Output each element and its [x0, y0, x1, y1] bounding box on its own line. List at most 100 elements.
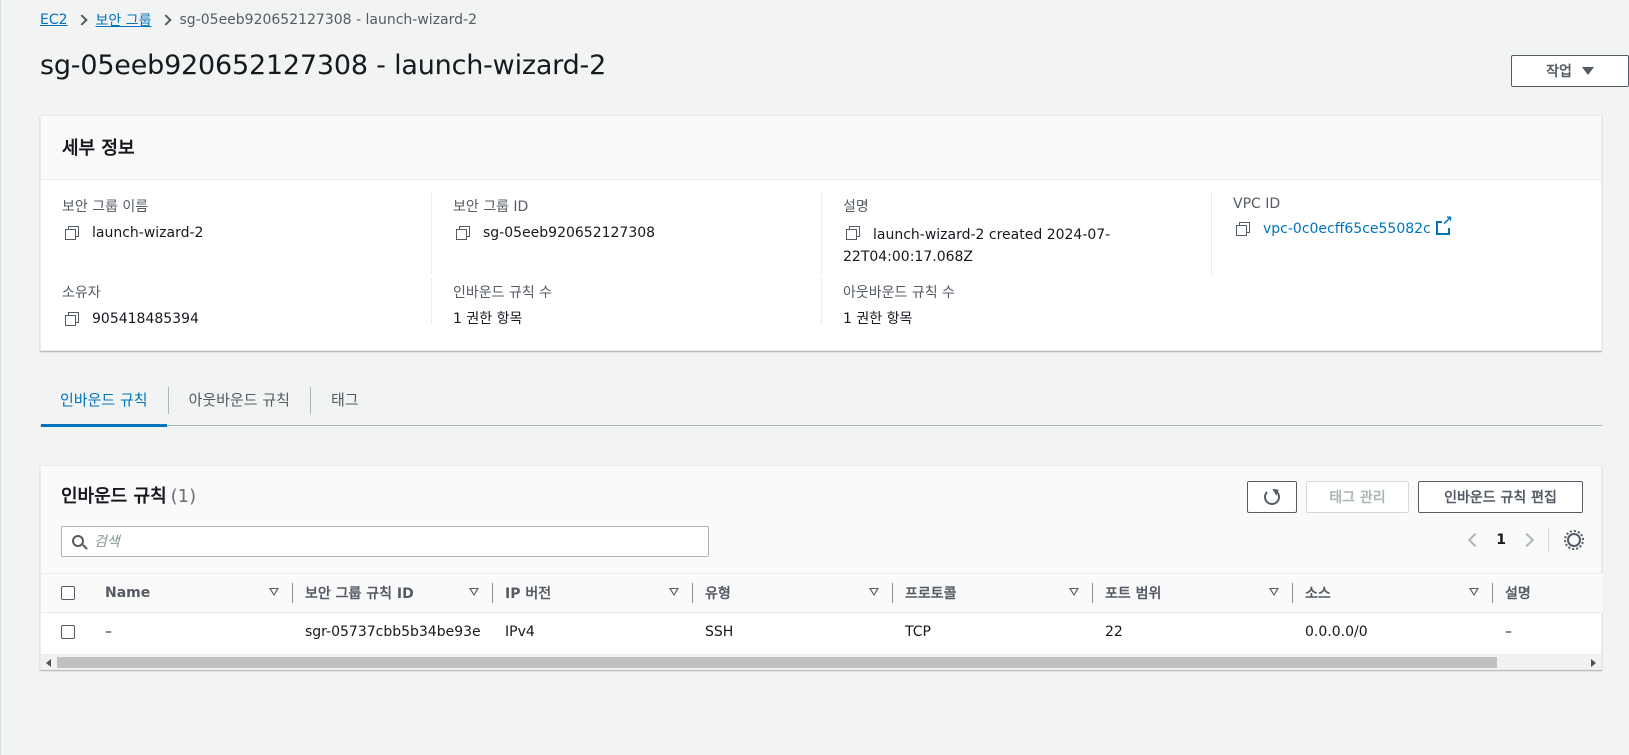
cell-ip-version: IPv4: [505, 624, 535, 641]
breadcrumb-security-groups[interactable]: 보안 그룹: [96, 10, 152, 30]
cell-rule-id: sgr-05737cbb5b34be93e: [305, 624, 481, 641]
actions-label: 작업: [1546, 64, 1572, 80]
inbound-count-field: 인바운드 규칙 수 1 권한 항목: [431, 278, 821, 327]
sort-icon: [869, 588, 879, 596]
sg-id-field: 보안 그룹 ID sg-05eeb920652127308: [431, 192, 821, 274]
search-input[interactable]: [94, 533, 708, 550]
row-checkbox[interactable]: [61, 625, 75, 640]
col-header-rule-id[interactable]: 보안 그룹 규칙 ID: [293, 574, 493, 613]
actions-dropdown-button[interactable]: 작업: [1511, 55, 1629, 87]
col-header-ip-version[interactable]: IP 버전: [493, 574, 693, 613]
description-value: launch-wizard-2 created 2024-07-22T04:00…: [843, 227, 1111, 265]
col-header-description[interactable]: 설명: [1493, 574, 1603, 613]
breadcrumb-current: sg-05eeb920652127308 - launch-wizard-2: [179, 12, 477, 28]
details-title: 세부 정보: [62, 138, 135, 159]
refresh-icon: [1264, 489, 1280, 505]
inbound-count-label: 인바운드 규칙 수: [453, 285, 553, 301]
caret-down-icon: [1581, 67, 1594, 75]
pagination: 1: [1468, 528, 1584, 552]
inbound-rules-panel: 인바운드 규칙(1) 태그 관리 인바운드 규칙 편집 1 Name: [40, 465, 1603, 670]
sg-name-label: 보안 그룹 이름: [62, 199, 149, 215]
rules-title: 인바운드 규칙 (1): [61, 482, 196, 508]
copy-icon[interactable]: [62, 223, 82, 243]
copy-icon[interactable]: [453, 223, 473, 243]
horizontal-scrollbar[interactable]: [41, 654, 1601, 669]
outbound-count-value: 1 권한 항목: [843, 311, 913, 327]
page-number[interactable]: 1: [1496, 532, 1506, 548]
sort-icon: [1269, 588, 1279, 596]
row-select-cell: [41, 612, 93, 652]
rules-count: (1): [170, 486, 197, 507]
sg-name-field: 보안 그룹 이름 launch-wizard-2: [62, 196, 452, 244]
owner-field: 소유자 905418485394: [62, 282, 452, 330]
scroll-left-icon[interactable]: [46, 659, 51, 667]
col-header-label: Name: [105, 584, 151, 601]
sort-icon: [669, 588, 679, 596]
cell-protocol: TCP: [905, 624, 931, 641]
tab-tags[interactable]: 태그: [311, 375, 379, 426]
breadcrumb-ec2[interactable]: EC2: [40, 12, 68, 28]
table-header-row: Name 보안 그룹 규칙 ID IP 버전 유형 프로토콜 포트 범위 소스 …: [41, 574, 1603, 613]
sg-id-label: 보안 그룹 ID: [453, 199, 529, 215]
rules-header: 인바운드 규칙(1) 태그 관리 인바운드 규칙 편집 1: [41, 466, 1601, 574]
breadcrumb: EC2 보안 그룹 sg-05eeb920652127308 - launch-…: [40, 10, 477, 30]
scrollbar-thumb[interactable]: [57, 657, 1497, 668]
details-header: 세부 정보: [41, 116, 1601, 180]
outbound-count-field: 아웃바운드 규칙 수 1 권한 항목: [821, 278, 1211, 327]
page-title: sg-05eeb920652127308 - launch-wizard-2: [40, 50, 607, 81]
col-header-name[interactable]: Name: [93, 574, 293, 613]
tab-inbound-rules[interactable]: 인바운드 규칙: [40, 375, 168, 427]
copy-icon[interactable]: [1233, 219, 1253, 239]
outbound-count-label: 아웃바운드 규칙 수: [843, 285, 955, 301]
vpc-id-value: vpc-0c0ecff65ce55082c: [1263, 221, 1431, 237]
copy-icon[interactable]: [62, 309, 82, 329]
col-header-label: 포트 범위: [1105, 585, 1162, 602]
details-panel: 세부 정보 보안 그룹 이름 launch-wizard-2 보안 그룹 ID …: [40, 115, 1602, 351]
tab-bar: 인바운드 규칙 아웃바운드 규칙 태그: [40, 375, 1602, 427]
search-icon: [72, 535, 84, 547]
table-row[interactable]: – sgr-05737cbb5b34be93e IPv4 SSH TCP 22 …: [41, 612, 1603, 652]
description-label: 설명: [843, 199, 869, 215]
sort-icon: [1069, 588, 1079, 596]
col-header-protocol[interactable]: 프로토콜: [893, 574, 1093, 613]
cell-port-range: 22: [1105, 624, 1123, 641]
col-header-port-range[interactable]: 포트 범위: [1093, 574, 1293, 613]
external-link-icon: [1435, 216, 1453, 235]
refresh-button[interactable]: [1247, 481, 1297, 513]
edit-inbound-rules-button[interactable]: 인바운드 규칙 편집: [1418, 481, 1583, 513]
tab-outbound-rules[interactable]: 아웃바운드 규칙: [169, 375, 310, 426]
scroll-right-icon[interactable]: [1591, 659, 1596, 667]
cell-description: –: [1505, 624, 1512, 641]
pager-divider: [1548, 528, 1549, 552]
sort-icon: [269, 588, 279, 596]
vpc-id-label: VPC ID: [1233, 196, 1281, 212]
inbound-count-value: 1 권한 항목: [453, 311, 523, 327]
manage-tags-button[interactable]: 태그 관리: [1306, 481, 1409, 513]
cell-type: SSH: [705, 624, 734, 641]
description-field: 설명 launch-wizard-2 created 2024-07-22T04…: [821, 192, 1195, 274]
col-header-label: 보안 그룹 규칙 ID: [305, 585, 414, 602]
select-all-checkbox[interactable]: [61, 585, 75, 600]
owner-label: 소유자: [62, 285, 101, 301]
vpc-id-link[interactable]: vpc-0c0ecff65ce55082c: [1263, 216, 1453, 240]
cell-source: 0.0.0.0/0: [1305, 624, 1368, 641]
search-field[interactable]: [61, 526, 709, 557]
col-header-source[interactable]: 소스: [1293, 574, 1493, 613]
select-all-cell: [41, 574, 93, 613]
chevron-left-icon[interactable]: [1468, 532, 1483, 548]
col-header-label: 유형: [705, 585, 731, 602]
rules-title-text: 인바운드 규칙: [61, 486, 167, 507]
col-header-label: IP 버전: [505, 585, 552, 602]
vpc-id-field: VPC ID vpc-0c0ecff65ce55082c: [1211, 192, 1601, 274]
sort-icon: [1469, 588, 1479, 596]
sort-icon: [469, 588, 479, 596]
chevron-right-icon: [75, 14, 88, 26]
col-header-type[interactable]: 유형: [693, 574, 893, 613]
sg-id-value: sg-05eeb920652127308: [483, 225, 656, 241]
gear-icon[interactable]: [1564, 530, 1584, 550]
chevron-right-icon[interactable]: [1519, 532, 1535, 548]
copy-icon[interactable]: [843, 223, 863, 243]
cell-name: –: [105, 624, 112, 641]
col-header-label: 소스: [1305, 585, 1331, 602]
col-header-label: 프로토콜: [905, 585, 957, 602]
